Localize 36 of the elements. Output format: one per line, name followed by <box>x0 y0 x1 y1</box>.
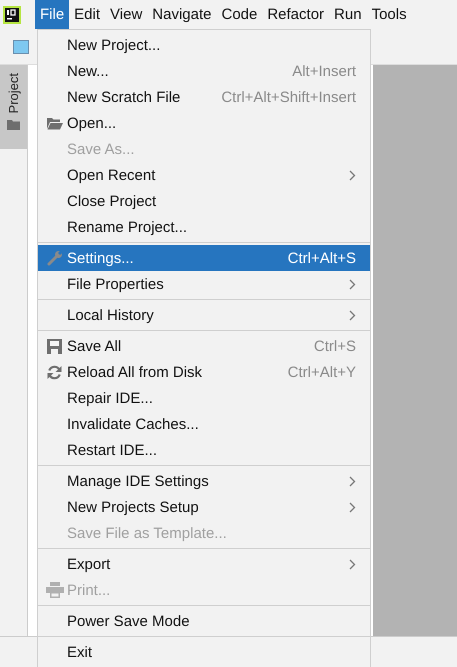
menu-item[interactable]: New Project... <box>38 32 370 58</box>
menu-bar-item[interactable]: Navigate <box>147 0 216 29</box>
menu-bar-item[interactable]: View <box>105 0 148 29</box>
menu-item[interactable]: New Scratch File Ctrl+Alt+Shift+Insert <box>38 84 370 110</box>
menu-item[interactable]: Open Recent <box>38 162 370 188</box>
menu-item[interactable]: Restart IDE... <box>38 437 370 463</box>
folder-icon <box>7 119 20 130</box>
menu-item[interactable]: Open... <box>38 110 370 136</box>
menu-bar-item[interactable]: Edit <box>69 0 106 29</box>
menu-item[interactable]: Save All Ctrl+S <box>38 333 370 359</box>
menu-bar-item[interactable]: Refactor <box>262 0 330 29</box>
reload-icon <box>47 364 62 380</box>
menu-item[interactable]: New... Alt+Insert <box>38 58 370 84</box>
menu-item[interactable]: Export <box>38 551 370 577</box>
menu-item[interactable]: Rename Project... <box>38 214 370 240</box>
menu-item[interactable]: Power Save Mode <box>38 608 370 634</box>
printer-icon <box>46 582 64 598</box>
menu-bar-item[interactable]: Code <box>216 0 262 29</box>
menu-item[interactable]: Local History <box>38 302 370 328</box>
menu-item[interactable]: Repair IDE... <box>38 385 370 411</box>
menu-item[interactable]: Reload All from Disk Ctrl+Alt+Y <box>38 359 370 385</box>
menu-bar-item[interactable]: Tools <box>366 0 412 29</box>
menu-item[interactable]: File Properties <box>38 271 370 297</box>
window-icon[interactable] <box>13 40 29 54</box>
menu-item[interactable]: Invalidate Caches... <box>38 411 370 437</box>
project-tab[interactable]: Project <box>0 65 27 149</box>
menu-item[interactable]: Settings... Ctrl+Alt+S <box>38 245 370 271</box>
menu-item[interactable]: Exit <box>38 639 370 665</box>
menu-bar-item[interactable]: Run <box>329 0 367 29</box>
menu-item[interactable]: Close Project <box>38 188 370 214</box>
app-logo-icon <box>3 6 21 24</box>
wrench-icon <box>46 250 62 266</box>
menu-item[interactable]: Manage IDE Settings <box>38 468 370 494</box>
folder-icon <box>46 116 64 130</box>
menu-bar-item[interactable]: File <box>35 0 70 29</box>
menu-item[interactable]: New Projects Setup <box>38 494 370 520</box>
